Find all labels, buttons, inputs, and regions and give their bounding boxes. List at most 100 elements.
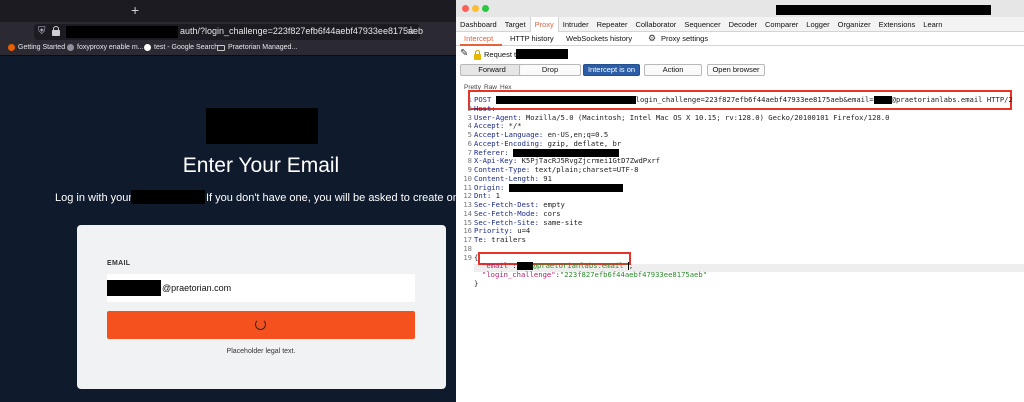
- bookmark-getting-started[interactable]: Getting Started: [8, 44, 65, 51]
- code-line: POST login_challenge=223f827efb6f44aebf4…: [474, 95, 1013, 104]
- maximize-window-button[interactable]: [482, 5, 489, 12]
- bookmark-google-search[interactable]: test - Google Search: [144, 44, 218, 51]
- header-value: K5PjTacRJ5RvgZjcrmei1GtD7ZwdPxrf: [517, 156, 661, 166]
- redacted-window-title: [776, 5, 991, 15]
- code-line: Sec-Fetch-Mode: cors: [474, 209, 561, 218]
- forward-button[interactable]: Forward: [460, 64, 524, 76]
- code-line: Sec-Fetch-Dest: empty: [474, 200, 565, 209]
- email-input[interactable]: @praetorian.com: [107, 274, 415, 302]
- bookmark-star-icon[interactable]: ☆: [406, 24, 416, 37]
- main-tab-sequencer[interactable]: Sequencer: [680, 17, 724, 32]
- request-editor[interactable]: 1 POST login_challenge=223f827efb6f44aebf…: [456, 90, 1024, 402]
- header-value: gzip, deflate, br: [543, 138, 622, 148]
- header-key: Sec-Fetch-Mode:: [474, 208, 539, 218]
- bookmark-praetorian-managed[interactable]: Praetorian Managed...: [217, 44, 297, 51]
- main-tab-target[interactable]: Target: [501, 17, 530, 32]
- header-key: X-Api-Key:: [474, 156, 518, 166]
- close-window-button[interactable]: [462, 5, 469, 12]
- email-domain-text: @praetorian.com: [162, 283, 232, 293]
- json-value-challenge: "223f827efb6f44aebf47933ee8175aeb": [559, 270, 708, 279]
- fox-icon: [67, 44, 74, 51]
- burp-main-tabs: Dashboard Target Proxy Intruder Repeater Coll…: [456, 17, 1024, 32]
- tab-intercept[interactable]: Intercept: [464, 34, 493, 43]
- json-email-line: "email": @praetorianlabs.email",: [482, 261, 634, 271]
- code-line: Content-Type: text/plain;charset=UTF-8: [474, 165, 638, 174]
- screenshot-root: + ⛨ auth/?login_challenge=223f827efb6f44…: [0, 0, 1024, 402]
- line-number: 6: [467, 138, 472, 148]
- legal-text: Placeholder legal text.: [226, 348, 296, 355]
- header-key: Host:: [474, 103, 496, 113]
- code-line: Priority: u=4: [474, 226, 530, 235]
- header-value: u=4: [512, 226, 531, 236]
- main-tab-proxy[interactable]: Proxy: [529, 17, 559, 32]
- header-key: POST: [474, 95, 492, 104]
- intercept-toggle-button[interactable]: Intercept is on: [583, 64, 640, 76]
- lock-icon[interactable]: [52, 26, 60, 37]
- line-number: 5: [467, 130, 472, 139]
- main-tab-organizer[interactable]: Organizer: [834, 17, 875, 32]
- header-value: {: [474, 252, 479, 262]
- code-line: Te: trailers: [474, 235, 526, 244]
- folder-icon: [217, 44, 225, 51]
- main-tab-extensions[interactable]: Extensions: [875, 17, 920, 32]
- login-prompt-end: If you don't have one, you will be asked…: [206, 192, 456, 204]
- line-number: 10: [463, 173, 472, 183]
- header-key: Dnt:: [474, 191, 492, 201]
- intercept-buttons: Forward Drop Intercept is on Action Open…: [456, 64, 1024, 78]
- url-bar[interactable]: ⛨ auth/?login_challenge=223f827efb6f44ae…: [34, 24, 423, 40]
- header-key: Priority:: [474, 226, 513, 236]
- line-number: 7: [467, 147, 472, 157]
- code-line: Dnt: 1: [474, 191, 500, 200]
- gear-icon[interactable]: ⚙: [648, 33, 656, 44]
- code-line: {: [474, 253, 478, 262]
- loading-spinner-icon: [255, 319, 266, 330]
- header-key: Referer:: [474, 147, 509, 157]
- request-tail: @praetorianlabs.email HTTP/2: [891, 95, 1013, 104]
- line-number: 2: [467, 103, 472, 113]
- header-value: 1: [491, 191, 500, 201]
- json-email-domain: @praetorianlabs.email": [532, 261, 628, 271]
- drop-button[interactable]: Drop: [519, 64, 581, 76]
- submit-button[interactable]: [107, 311, 415, 339]
- line-number: 8: [467, 156, 472, 166]
- redacted-logo: [206, 108, 318, 144]
- redacted-email-user: [873, 96, 892, 104]
- main-tab-learn[interactable]: Learn: [919, 17, 946, 32]
- line-number: 12: [463, 191, 472, 201]
- main-tab-repeater[interactable]: Repeater: [593, 17, 632, 32]
- tab-websockets-history[interactable]: WebSockets history: [566, 34, 632, 43]
- tab-http-history[interactable]: HTTP history: [510, 34, 554, 43]
- firefox-icon: [8, 44, 15, 51]
- main-tab-collaborator[interactable]: Collaborator: [631, 17, 680, 32]
- line-number: 13: [463, 200, 472, 209]
- url-query: login_challenge=223f827efb6f44aebf47933e…: [635, 95, 874, 104]
- open-browser-button[interactable]: Open browser: [707, 64, 765, 76]
- bookmark-foxyproxy[interactable]: foxyproxy enable m...: [67, 44, 144, 51]
- line-number: 3: [467, 112, 472, 122]
- header-key: Sec-Fetch-Dest:: [474, 200, 539, 209]
- main-tab-intruder[interactable]: Intruder: [559, 17, 593, 32]
- pencil-icon[interactable]: ✎: [460, 48, 468, 59]
- proxy-settings-link[interactable]: Proxy settings: [661, 34, 708, 43]
- json-key-email: "email": [482, 261, 513, 271]
- json-key-challenge: "login_challenge": [482, 270, 556, 279]
- main-tab-decoder[interactable]: Decoder: [725, 17, 761, 32]
- main-tab-logger[interactable]: Logger: [802, 17, 833, 32]
- line-number: 16: [463, 226, 472, 236]
- header-key: User-Agent:: [474, 112, 522, 122]
- main-tab-comparer[interactable]: Comparer: [761, 17, 802, 32]
- nav-bar: ⛨ auth/?login_challenge=223f827efb6f44ae…: [0, 22, 456, 42]
- code-line: Content-Length: 91: [474, 174, 552, 183]
- code-line: Accept-Language: en-US,en;q=0.5: [474, 130, 608, 139]
- header-key: Sec-Fetch-Site:: [474, 217, 539, 227]
- action-button[interactable]: Action: [644, 64, 702, 76]
- line-number: 18: [463, 243, 472, 253]
- login-page: Enter Your Email Log in with your If you…: [0, 56, 456, 402]
- header-value: cors: [538, 208, 561, 218]
- new-tab-button[interactable]: +: [131, 2, 139, 18]
- minimize-window-button[interactable]: [472, 5, 479, 12]
- shield-icon[interactable]: ⛨: [38, 26, 46, 37]
- main-tab-dashboard[interactable]: Dashboard: [456, 17, 501, 32]
- line-number: 9: [467, 165, 472, 174]
- request-info-row: ✎ Request to: [456, 47, 1024, 63]
